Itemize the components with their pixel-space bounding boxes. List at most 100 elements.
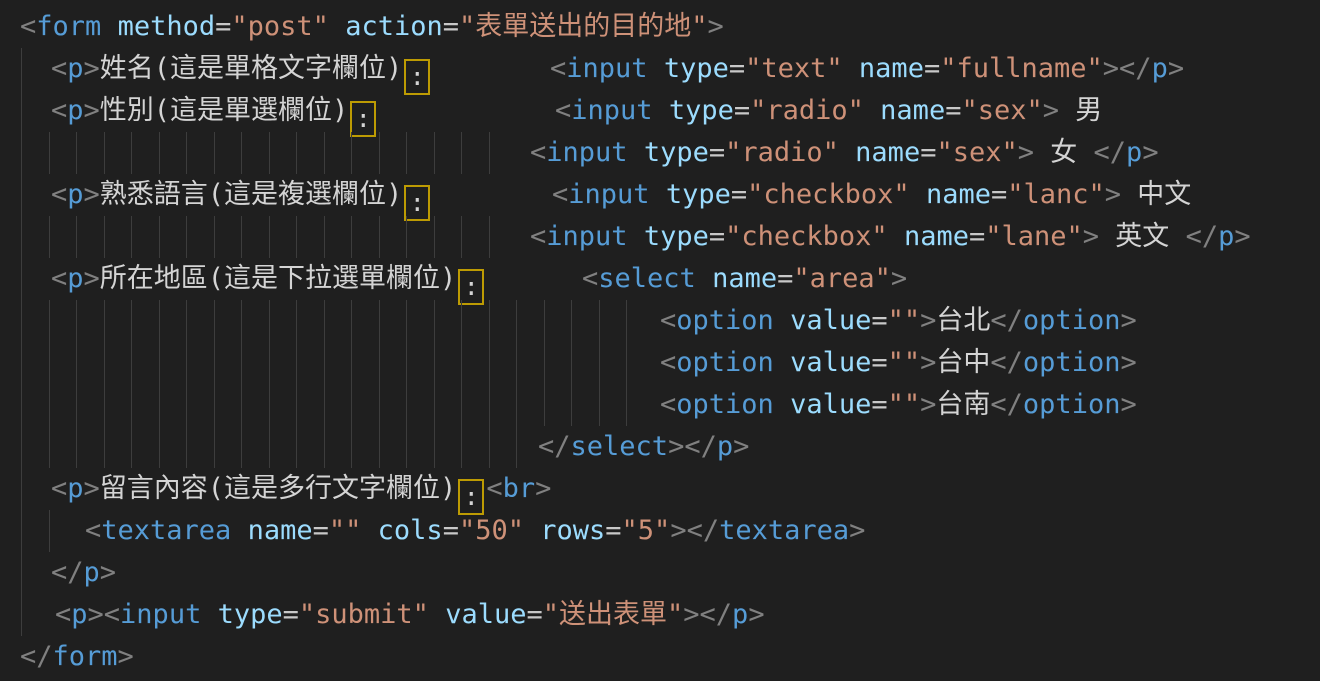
indent-guide (186, 132, 187, 174)
indent-guide (379, 342, 380, 384)
code-segment: </p> (51, 552, 116, 594)
code-token-punct: < (555, 95, 571, 126)
code-token-punct: </ (1186, 221, 1219, 252)
code-token-text (361, 515, 377, 546)
indent-guide (269, 426, 270, 468)
indent-guide (159, 216, 160, 258)
code-token-punct: </ (990, 347, 1023, 378)
code-token-eq: = (709, 137, 725, 168)
code-token-text: 性別(這是單選欄位) (100, 95, 349, 126)
code-line[interactable]: <input type="checkbox" name="lane"> 英文 <… (0, 216, 1320, 258)
code-segment: <p>留言內容(這是多行文字欄位):<br> (51, 468, 551, 515)
code-line[interactable]: <option value="">台中</option> (0, 342, 1320, 384)
indent-guide (626, 342, 627, 384)
code-token-eq: = (777, 263, 793, 294)
indent-guide (269, 216, 270, 258)
code-line[interactable]: <form method="post" action="表單送出的目的地"> (0, 6, 1320, 48)
indent-guide (159, 384, 160, 426)
indent-guide (104, 342, 105, 384)
code-token-punct: < (660, 389, 676, 420)
code-token-text (201, 599, 217, 630)
code-token-punct: < (20, 11, 36, 42)
code-line[interactable]: <option value="">台北</option> (0, 300, 1320, 342)
indent-guide (159, 300, 160, 342)
code-token-punct: </ (538, 431, 571, 462)
code-line[interactable]: <input type="radio" name="sex"> 女 </p> (0, 132, 1320, 174)
code-token-punct: < (51, 179, 67, 210)
indent-guide (241, 132, 242, 174)
indent-guide (21, 510, 22, 552)
indent-guide (21, 300, 22, 342)
code-token-str: "fullname" (940, 53, 1103, 84)
code-token-punct: > (1234, 221, 1250, 252)
indent-guide (544, 300, 545, 342)
code-token-punct: > (1120, 389, 1136, 420)
code-token-tag: p (1152, 53, 1168, 84)
code-token-punct: > (84, 95, 100, 126)
code-line[interactable]: </form> (0, 636, 1320, 678)
indent-guide (296, 216, 297, 258)
code-token-tag: select (571, 431, 669, 462)
code-line[interactable]: </p> (0, 552, 1320, 594)
code-token-attr: name (926, 179, 991, 210)
code-line[interactable]: <p>留言內容(這是多行文字欄位):<br> (0, 468, 1320, 510)
indent-guide (214, 342, 215, 384)
code-token-eq: = (731, 179, 747, 210)
code-line[interactable]: <p>性別(這是單選欄位):<input type="radio" name="… (0, 90, 1320, 132)
indent-guide (571, 384, 572, 426)
indent-guide (186, 216, 187, 258)
code-token-eq: = (709, 221, 725, 252)
code-token-attr: name (859, 53, 924, 84)
indent-guide (351, 216, 352, 258)
code-line[interactable]: </select></p> (0, 426, 1320, 468)
code-token-punct: < (530, 137, 546, 168)
code-segment: <p>所在地區(這是下拉選單欄位): (51, 258, 486, 305)
code-token-str: "送出表單" (543, 599, 684, 630)
code-token-tag: option (1023, 389, 1121, 420)
code-token-eq: = (991, 179, 1007, 210)
code-line[interactable]: <textarea name="" cols="50" rows="5"></t… (0, 510, 1320, 552)
code-token-tag: option (676, 347, 774, 378)
indent-guide (76, 342, 77, 384)
indent-guide (21, 552, 22, 594)
code-token-str: "radio" (725, 137, 839, 168)
indent-guide (21, 90, 22, 132)
code-token-text (524, 515, 540, 546)
indent-guide (269, 132, 270, 174)
indent-guide (379, 300, 380, 342)
code-token-punct: ></ (683, 599, 732, 630)
code-token-punct: > (733, 431, 749, 462)
code-token-punct: > (1120, 347, 1136, 378)
indent-guide (379, 132, 380, 174)
code-token-text (774, 389, 790, 420)
code-token-punct: > (708, 11, 724, 42)
indent-guide (241, 384, 242, 426)
indent-guide (214, 384, 215, 426)
indent-guide (406, 300, 407, 342)
indent-guide (489, 426, 490, 468)
code-token-punct: < (486, 473, 502, 504)
code-token-punct: < (51, 473, 67, 504)
code-token-punct: > (100, 557, 116, 588)
indent-guide (324, 216, 325, 258)
indent-guide (406, 384, 407, 426)
code-line[interactable]: <p><input type="submit" value="送出表單"></p… (0, 594, 1320, 636)
code-token-attr: value (790, 347, 871, 378)
indent-guide (76, 132, 77, 174)
code-line[interactable]: <p>姓名(這是單格文字欄位):<input type="text" name=… (0, 48, 1320, 90)
code-line[interactable]: <p>所在地區(這是下拉選單欄位):<select name="area"> (0, 258, 1320, 300)
code-token-attr: name (712, 263, 777, 294)
indent-guide (49, 384, 50, 426)
code-token-punct: > (84, 263, 100, 294)
code-line[interactable]: <p>熟悉語言(這是複選欄位):<input type="checkbox" n… (0, 174, 1320, 216)
indent-guide (104, 132, 105, 174)
code-line[interactable]: <option value="">台南</option> (0, 384, 1320, 426)
indent-guide (214, 300, 215, 342)
code-segment: <input type="checkbox" name="lane"> 英文 <… (530, 216, 1251, 258)
code-token-str: "sex" (936, 137, 1017, 168)
indent-guide (21, 594, 22, 636)
code-segment: <p>姓名(這是單格文字欄位): (51, 48, 432, 95)
code-editor[interactable]: <form method="post" action="表單送出的目的地"><p… (0, 0, 1320, 681)
indent-guide (461, 342, 462, 384)
indent-guide (406, 342, 407, 384)
